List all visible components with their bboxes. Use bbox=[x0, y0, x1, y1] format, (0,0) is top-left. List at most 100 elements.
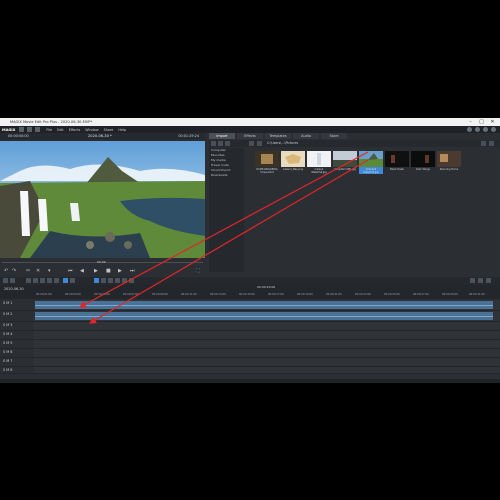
tab-effects[interactable]: Effects bbox=[237, 133, 263, 139]
room-thumbnail bbox=[437, 151, 461, 167]
preview-mode-icon[interactable] bbox=[129, 278, 134, 283]
timeline-track[interactable]: S M 4 bbox=[0, 331, 500, 340]
list-view-icon[interactable] bbox=[481, 141, 486, 146]
menu-window[interactable]: Window bbox=[85, 128, 98, 132]
storyboard-view-icon[interactable] bbox=[470, 278, 475, 283]
preview-monitor[interactable] bbox=[0, 141, 205, 258]
preview-scrubber[interactable]: 00:00 bbox=[0, 258, 205, 267]
mouse-mode-icon[interactable] bbox=[94, 278, 99, 283]
timeline-track[interactable]: S M 6 bbox=[0, 349, 500, 358]
group-icon[interactable] bbox=[47, 278, 52, 283]
menu-share[interactable]: Share bbox=[104, 128, 114, 132]
maximize-button[interactable]: □ bbox=[476, 118, 487, 126]
menu-edit[interactable]: Edit bbox=[57, 128, 64, 132]
info-icon[interactable] bbox=[467, 127, 472, 132]
delete-icon[interactable]: ✕ bbox=[36, 268, 40, 274]
timeline-track[interactable]: S M 8 bbox=[0, 367, 500, 374]
timeline-track[interactable]: S M 5 bbox=[0, 340, 500, 349]
zoom-mode-icon[interactable] bbox=[122, 278, 127, 283]
rewind-icon[interactable]: ◀ bbox=[80, 268, 84, 274]
quick-toolbar bbox=[19, 127, 41, 132]
ruler-tick: 00:00:11:00 bbox=[181, 293, 197, 296]
marker-icon[interactable]: ▾ bbox=[48, 268, 51, 274]
go-end-icon[interactable]: ⏭ bbox=[130, 268, 135, 274]
media-pool: Import Effects Templates Audio Store C:\… bbox=[209, 133, 500, 275]
timeline-ruler[interactable]: 2020-06-30 00:00:20:00 00:00:01:00 00:00… bbox=[0, 285, 500, 299]
media-item[interactable]: Iceland Waterfall.jpg bbox=[307, 151, 331, 174]
stretch-mode-icon[interactable] bbox=[115, 278, 120, 283]
redo-icon[interactable] bbox=[10, 278, 15, 283]
ruler-tick: 00:00:13:00 bbox=[210, 293, 226, 296]
menu-help[interactable]: Help bbox=[118, 128, 126, 132]
scene-view-icon[interactable] bbox=[486, 278, 491, 283]
timeline-track[interactable]: S M 1 bbox=[0, 300, 500, 311]
redo-icon[interactable]: ↷ bbox=[12, 268, 16, 274]
link-icon[interactable] bbox=[70, 278, 75, 283]
trim-mode-icon[interactable] bbox=[101, 278, 106, 283]
media-item[interactable]: Dark Wings bbox=[411, 151, 435, 171]
media-grid: DCIM\100GOPRO\ Screenshot Iceland_Map.pn… bbox=[247, 151, 500, 261]
go-start-icon[interactable]: ⏮ bbox=[68, 268, 73, 274]
tab-import[interactable]: Import bbox=[209, 133, 235, 139]
back-icon[interactable] bbox=[211, 141, 216, 146]
menu-file[interactable]: File bbox=[46, 128, 52, 132]
media-item[interactable]: Iceland_Map.png bbox=[281, 151, 305, 171]
media-toolbar: C:\Users\...\Pictures bbox=[209, 140, 500, 147]
preview-landscape-image bbox=[0, 141, 205, 258]
save-icon[interactable] bbox=[35, 127, 41, 132]
tab-store[interactable]: Store bbox=[321, 133, 347, 139]
video-clip[interactable] bbox=[35, 312, 493, 320]
forward-nav-icon[interactable] bbox=[218, 141, 223, 146]
media-item[interactable]: Black Hawk bbox=[385, 151, 409, 171]
cut-icon[interactable]: ✂ bbox=[26, 268, 30, 274]
dark-thumbnail bbox=[385, 151, 409, 167]
help-icon[interactable] bbox=[483, 127, 488, 132]
ruler-tick: 00:00:09:00 bbox=[152, 293, 168, 296]
open-folder-icon[interactable] bbox=[27, 127, 33, 132]
view-mode-icon[interactable] bbox=[249, 141, 254, 146]
ruler-tick: 00:00:31:00 bbox=[469, 293, 485, 296]
split-icon[interactable] bbox=[40, 278, 45, 283]
tab-templates[interactable]: Templates bbox=[265, 133, 291, 139]
editor-window: MAGIX Movie Edit Pro Plus - 2020-06-30.M… bbox=[0, 118, 500, 383]
tab-audio[interactable]: Audio bbox=[293, 133, 319, 139]
sort-icon[interactable] bbox=[257, 141, 262, 146]
range-mode-icon[interactable] bbox=[108, 278, 113, 283]
settings-icon[interactable] bbox=[491, 127, 496, 132]
menu-effects[interactable]: Effects bbox=[69, 128, 81, 132]
cut-icon[interactable] bbox=[33, 278, 38, 283]
minimize-button[interactable]: – bbox=[465, 118, 476, 126]
media-item[interactable]: DCIM\100GOPRO\ Screenshot bbox=[255, 151, 279, 174]
undo-icon[interactable] bbox=[3, 278, 8, 283]
map-thumbnail bbox=[281, 151, 305, 167]
timeline-view-icon[interactable] bbox=[478, 278, 483, 283]
ruler-tick: 00:00:03:00 bbox=[65, 293, 81, 296]
user-icon[interactable] bbox=[475, 127, 480, 132]
timeline-track[interactable]: S M 7 bbox=[0, 358, 500, 367]
media-item[interactable]: Standing Home bbox=[437, 151, 461, 171]
transport-controls: ↶ ↷ ✂ ✕ ▾ ⏮ ◀ ▶ ■ ▶ ⏭ ⛶ bbox=[0, 267, 205, 275]
media-path[interactable]: C:\Users\...\Pictures bbox=[267, 141, 298, 145]
timeline-track[interactable]: S M 3 bbox=[0, 322, 500, 331]
timeline-track[interactable]: S M 2 bbox=[0, 311, 500, 322]
folder-item[interactable]: Downloads bbox=[209, 173, 244, 178]
stop-icon[interactable]: ■ bbox=[106, 268, 111, 274]
ungroup-icon[interactable] bbox=[54, 278, 59, 283]
media-item-selected[interactable]: Kirkjufell Waterfall.jpg bbox=[359, 151, 383, 174]
track-header: S M 7 bbox=[0, 358, 34, 366]
app-logo: MAGIX bbox=[2, 127, 16, 132]
undo-icon[interactable]: ↶ bbox=[4, 268, 8, 274]
ruler-tick: 00:00:15:00 bbox=[239, 293, 255, 296]
new-project-icon[interactable] bbox=[19, 127, 25, 132]
grid-view-icon[interactable] bbox=[489, 141, 494, 146]
video-clip[interactable] bbox=[35, 301, 493, 309]
forward-icon[interactable]: ▶ bbox=[118, 268, 122, 274]
up-folder-icon[interactable] bbox=[225, 141, 230, 146]
play-icon[interactable]: ▶ bbox=[94, 268, 98, 274]
close-button[interactable]: ✕ bbox=[487, 118, 498, 126]
track-header: S M 2 bbox=[0, 311, 34, 321]
fullscreen-icon[interactable]: ⛶ bbox=[196, 268, 200, 274]
snap-icon[interactable] bbox=[63, 278, 68, 283]
delete-icon[interactable] bbox=[26, 278, 31, 283]
media-item[interactable]: Kirkjufell Cliffs.jpg bbox=[333, 151, 357, 171]
